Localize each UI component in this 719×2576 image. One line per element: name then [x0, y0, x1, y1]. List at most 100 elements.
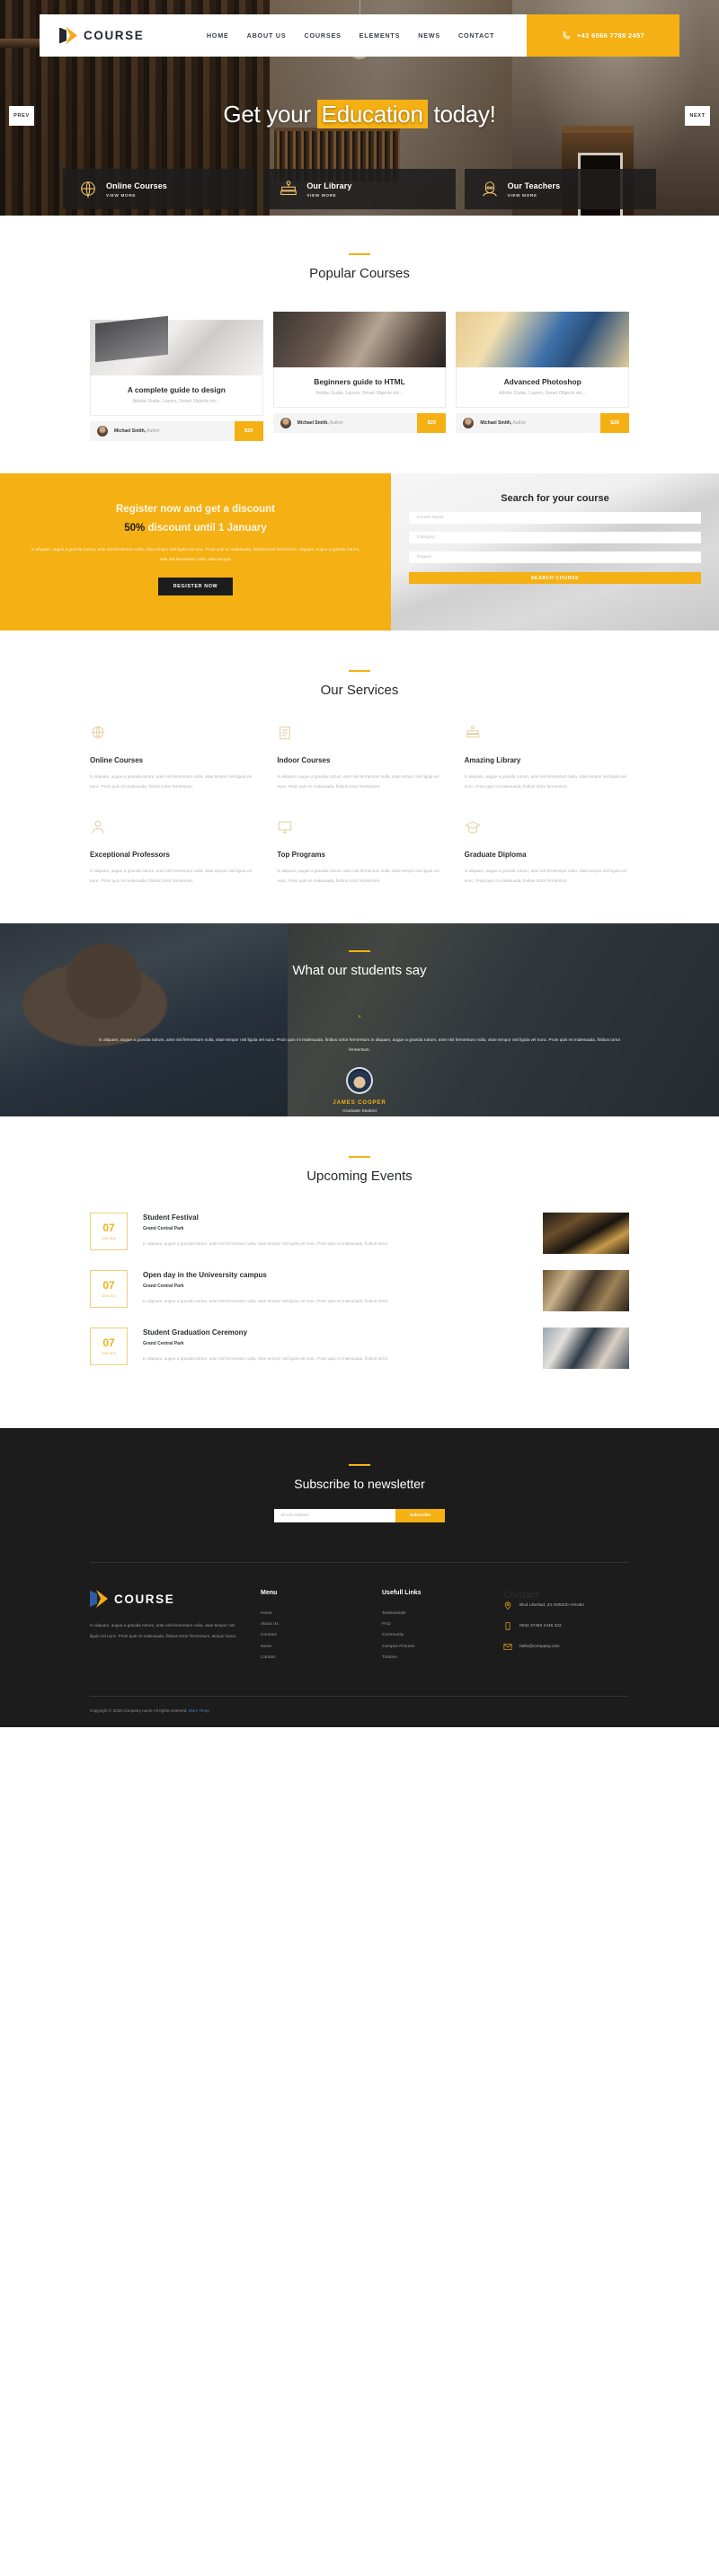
course-author-name: Michael Smith,	[297, 420, 329, 426]
testimonials-heading: What our students say	[0, 950, 719, 978]
course-card-body: Advanced Photoshop Adobe Guide, Layers, …	[456, 367, 630, 408]
nav-item-home[interactable]: HOME	[207, 31, 229, 40]
event-body: In aliquam, augue a gravida rutrum, ante…	[143, 1356, 388, 1361]
logo[interactable]: COURSE	[40, 14, 174, 57]
hero-box-online-courses[interactable]: Online Courses VIEW MORE	[63, 169, 255, 209]
hero-box-our-library[interactable]: Our Library VIEW MORE	[263, 169, 456, 209]
service-body: In aliquam, augue a gravida rutrum, ante…	[277, 774, 439, 790]
events-heading: Upcoming Events	[0, 1156, 719, 1184]
events-list: 07 January Student Festival Grand Centra…	[90, 1213, 629, 1369]
event-date-badge: 07 January	[90, 1328, 128, 1365]
teacher-icon	[482, 181, 497, 197]
service-body: In aliquam, augue a gravida rutrum, ante…	[277, 868, 439, 883]
event-thumbnail	[543, 1270, 629, 1311]
footer-link-testimonials[interactable]: Testimonials	[382, 1609, 485, 1619]
event-month: January	[101, 1236, 117, 1240]
event-location: Grand Central Park	[143, 1284, 184, 1289]
newsletter-subscribe-button[interactable]: Subscribe	[395, 1509, 445, 1522]
section-title: What our students say	[292, 963, 427, 978]
testimonial-author: JAMES COOPER Graduate Student	[0, 1067, 719, 1114]
footer-email[interactable]: hello@company.com	[519, 1645, 560, 1649]
slider-prev-button[interactable]: PREV	[9, 106, 34, 126]
nav-item-elements[interactable]: ELEMENTS	[360, 31, 401, 40]
nav-item-contact[interactable]: CONTACT	[458, 31, 494, 40]
service-body: In aliquam, augue a gravida rutrum, ante…	[464, 774, 626, 790]
course-subtitle: Adobe Guide, Layers, Smart Objects etc..…	[132, 399, 220, 404]
event-date-badge: 07 January	[90, 1270, 128, 1308]
event-day: 07	[102, 1337, 115, 1349]
footer-menu-title: Menu	[261, 1590, 278, 1596]
footer-menu-contact[interactable]: Contact	[261, 1653, 364, 1663]
heading-dash	[349, 670, 370, 672]
event-title: Student Graduation Ceremony	[143, 1328, 248, 1337]
mobile-phone-icon	[505, 1622, 510, 1630]
books-icon	[280, 180, 297, 195]
footer-logo-text: COURSE	[114, 1592, 175, 1606]
footer-link-faq[interactable]: FAQ	[382, 1619, 485, 1630]
hero-box-view-more[interactable]: VIEW MORE	[106, 193, 167, 198]
testimonial-quote-text: In aliquam, augue a gravida rutrum, ante…	[98, 1037, 621, 1053]
hero-box-title: Our Teachers	[507, 181, 561, 190]
newsletter-email-input[interactable]: Email Address	[274, 1509, 395, 1522]
nav-item-news[interactable]: NEWS	[418, 31, 440, 40]
section-title: Popular Courses	[309, 266, 410, 281]
course-author-role: Author	[146, 428, 160, 434]
search-course-button[interactable]: SEARCH COURSE	[409, 572, 701, 584]
footer-link-tuitions[interactable]: Tuitions	[382, 1653, 485, 1663]
degree-input[interactable]: Degree	[409, 551, 701, 563]
header-phone-button[interactable]: +43 6566 7788 2457	[527, 14, 679, 57]
event-date-badge: 07 January	[90, 1213, 128, 1250]
promo-discount-rest: discount until 1 January	[145, 523, 267, 534]
copyright-credit[interactable]: More Temp	[189, 1708, 209, 1713]
event-row[interactable]: 07 January Student Festival Grand Centra…	[90, 1213, 629, 1254]
event-row[interactable]: 07 January Student Graduation Ceremony G…	[90, 1328, 629, 1369]
footer-phone: 0034 37483 2445 322	[519, 1624, 562, 1628]
promo-search-section: Register now and get a discount 50% disc…	[0, 473, 719, 631]
course-card[interactable]: Beginners guide to HTML Adobe Guide, Lay…	[272, 312, 447, 441]
course-author: Michael Smith, Author	[114, 428, 235, 434]
footer-menu-courses[interactable]: Courses	[261, 1630, 364, 1641]
nav-item-courses[interactable]: COURSES	[305, 31, 342, 40]
footer-menu-news[interactable]: News	[261, 1642, 364, 1653]
register-now-button[interactable]: REGISTER NOW	[157, 578, 234, 596]
course-title: Beginners guide to HTML	[314, 377, 405, 386]
course-card-footer: Michael Smith, Author $29	[456, 413, 630, 433]
footer-logo[interactable]: COURSE	[90, 1590, 243, 1608]
hero-box-view-more[interactable]: VIEW MORE	[508, 193, 561, 198]
course-card[interactable]: A complete guide to design Adobe Guide, …	[90, 312, 263, 441]
copyright-text: Copyright © 2018 Company name All rights…	[90, 1708, 188, 1714]
course-card-body: Beginners guide to HTML Adobe Guide, Lay…	[272, 367, 447, 408]
logo-icon	[59, 26, 77, 45]
services-heading: Our Services	[0, 670, 719, 698]
search-panel-inner: Search for your course Course Name Categ…	[391, 473, 719, 584]
document-icon	[280, 726, 291, 740]
service-item-amazing-library: Amazing Library In aliquam, augue a grav…	[465, 725, 629, 792]
hero-box-view-more[interactable]: VIEW MORE	[306, 193, 351, 198]
quote-icon: ”	[358, 1014, 361, 1023]
footer-menu-home[interactable]: Home	[261, 1609, 364, 1619]
service-body: In aliquam, augue a gravida rutrum, ante…	[90, 774, 253, 790]
footer-link-community[interactable]: Community	[382, 1630, 485, 1641]
course-card[interactable]: Advanced Photoshop Adobe Guide, Layers, …	[456, 312, 630, 441]
course-author-role: Author	[328, 420, 343, 426]
hero-box-our-teachers[interactable]: Our Teachers VIEW MORE	[464, 169, 656, 209]
heading-dash	[349, 1156, 370, 1158]
category-input[interactable]: Category	[409, 532, 701, 543]
footer-columns: COURSE In aliquam, augue a gravida rutru…	[90, 1562, 629, 1663]
services-section: Our Services Online Courses In aliquam, …	[0, 631, 719, 923]
slider-next-button[interactable]: NEXT	[685, 106, 710, 126]
hero-caption: Get your Education today!	[0, 100, 719, 128]
search-course-panel: Search for your course Course Name Categ…	[391, 473, 719, 631]
services-grid: Online Courses In aliquam, augue a gravi…	[90, 725, 629, 886]
footer-link-campus-pictures[interactable]: Campus Pictures	[382, 1642, 485, 1653]
testimonial-quote-block: ” In aliquam, augue a gravida rutrum, an…	[90, 1009, 629, 1055]
footer-contact-column: Contact Blvd Libertad, 34 m05200 Arévalo…	[503, 1590, 629, 1663]
event-row[interactable]: 07 January Open day in the Univesrsity c…	[90, 1270, 629, 1311]
event-text: Student Festival Grand Central Park In a…	[143, 1213, 528, 1248]
testimonials-section: What our students say ” In aliquam, augu…	[0, 923, 719, 1116]
course-name-input[interactable]: Course Name	[409, 512, 701, 524]
nav-item-about-us[interactable]: ABOUT US	[247, 31, 287, 40]
footer-menu-about-us[interactable]: About Us	[261, 1619, 364, 1630]
service-title: Amazing Library	[464, 756, 521, 764]
location-pin-icon	[504, 1601, 511, 1610]
